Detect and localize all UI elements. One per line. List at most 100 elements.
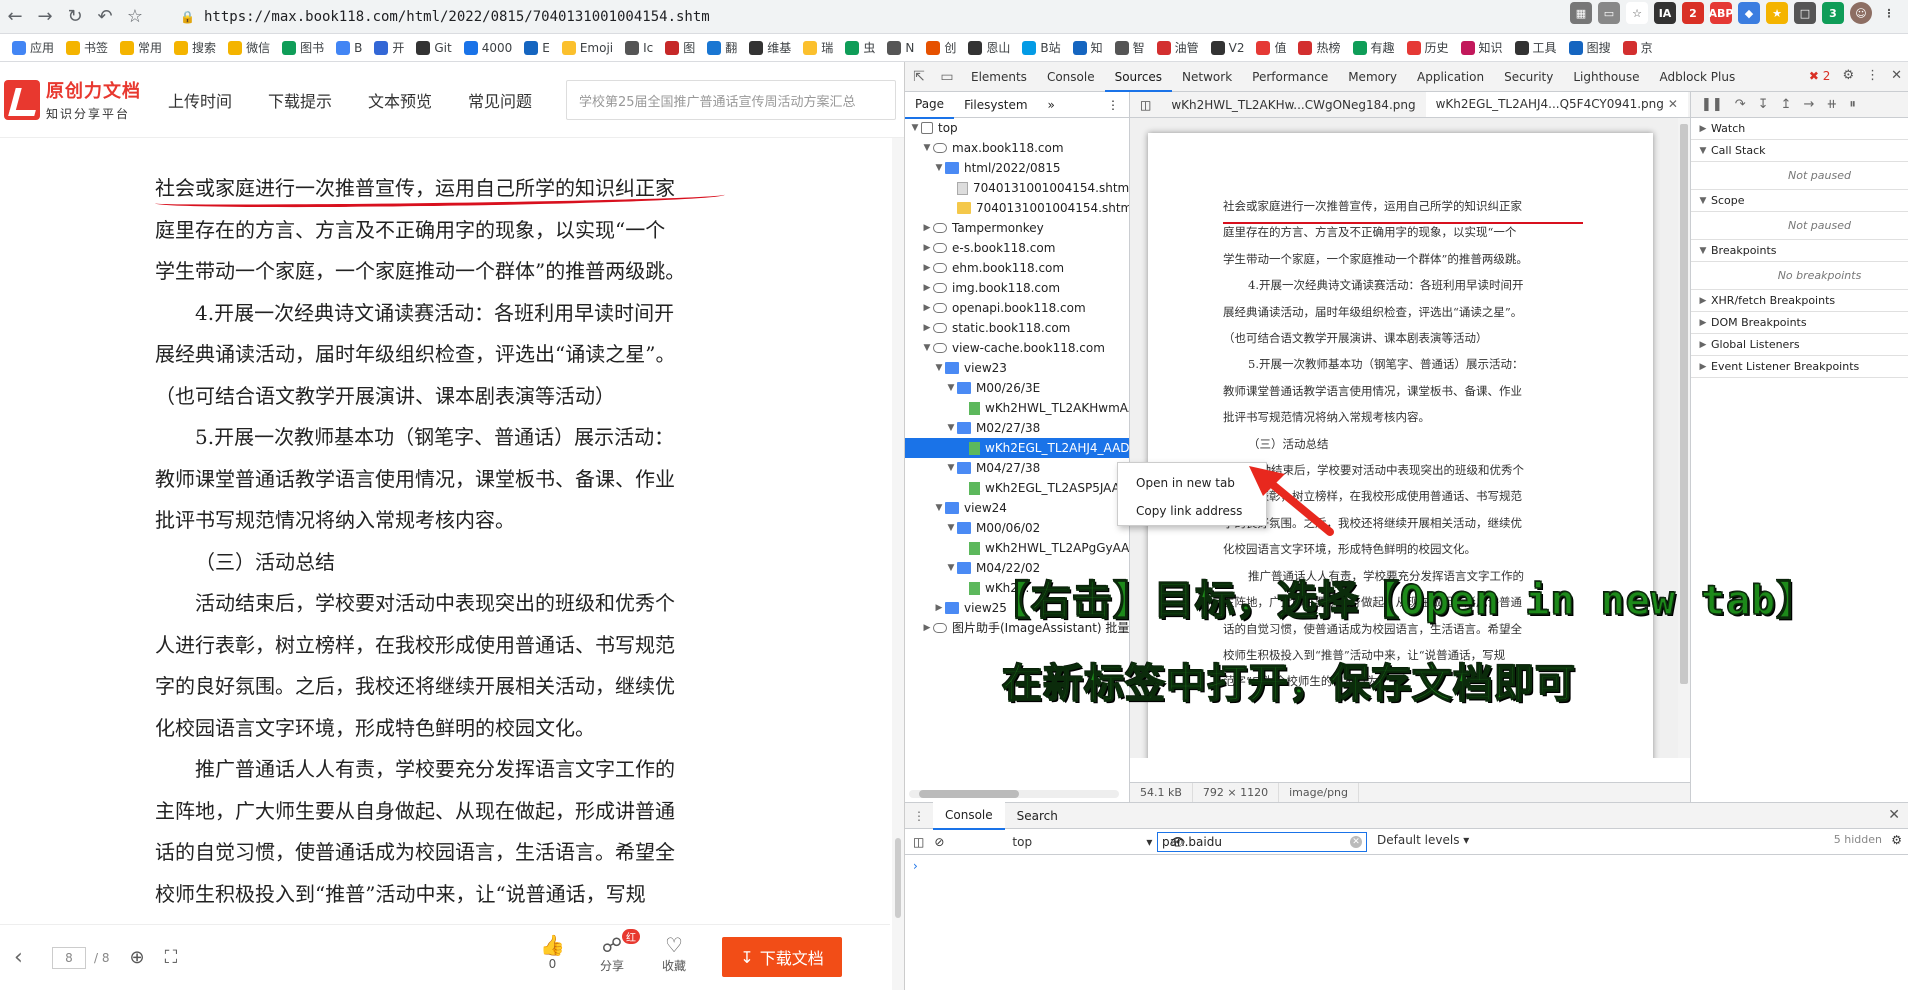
nav-download-tips[interactable]: 下载提示: [268, 88, 332, 112]
settings-gear-icon[interactable]: ⚙: [1842, 68, 1854, 83]
tree-folder-item[interactable]: ▶ img.book118.com: [905, 278, 1129, 298]
bookmark-item[interactable]: 创: [922, 39, 960, 56]
navigator-menu-icon[interactable]: ⋮: [1097, 92, 1129, 118]
bookmark-item[interactable]: Emoji: [558, 40, 617, 55]
undo-icon[interactable]: ↶: [90, 2, 120, 32]
editor-tab-1[interactable]: wKh2HWL_TL2AKHw...CWgONeg184.png: [1161, 92, 1425, 117]
step-icon[interactable]: →: [1804, 97, 1815, 112]
tree-folder-item[interactable]: ▶ e-s.book118.com: [905, 238, 1129, 258]
bookmark-item[interactable]: 4000: [460, 40, 517, 55]
expanded-arrow-icon[interactable]: ▼: [921, 338, 933, 358]
devtools-tab-sources[interactable]: Sources: [1104, 62, 1173, 92]
collapsed-arrow-icon[interactable]: ▶: [921, 318, 933, 338]
bookmark-item[interactable]: V2: [1207, 40, 1249, 55]
avatar[interactable]: ☺: [1850, 2, 1872, 24]
bookmark-item[interactable]: N: [883, 40, 918, 55]
debug-section-xhr-fetch-breakpoints[interactable]: ▶ XHR/fetch Breakpoints: [1691, 290, 1908, 312]
tree-file-item[interactable]: wKh2EGL_TL2AHJ4_AADTC: [905, 438, 1129, 458]
debug-section-scope[interactable]: ▼ Scope: [1691, 190, 1908, 212]
download-icon[interactable]: 3: [1822, 2, 1844, 24]
bookmark-item[interactable]: 微信: [224, 39, 274, 56]
tree-folder-item[interactable]: ▼ view23: [905, 358, 1129, 378]
zoom-in-icon[interactable]: ⊕: [130, 947, 145, 968]
page-number-input[interactable]: 8: [52, 946, 86, 969]
close-tab-icon[interactable]: ✕: [1668, 97, 1678, 111]
editor-tab-2[interactable]: wKh2EGL_TL2AHJ4...Q5F4CY0941.png ✕: [1425, 92, 1688, 117]
bookmark-item[interactable]: 瑞: [799, 39, 837, 56]
bookmark-item[interactable]: Ic: [621, 40, 657, 55]
prev-page-button[interactable]: ‹: [14, 945, 38, 970]
tree-folder-item[interactable]: ▼ view24: [905, 498, 1129, 518]
tree-folder-item[interactable]: ▶ static.book118.com: [905, 318, 1129, 338]
expanded-arrow-icon[interactable]: ▼: [933, 498, 945, 518]
bookmark-item[interactable]: 有趣: [1349, 39, 1399, 56]
expanded-arrow-icon[interactable]: ▼: [933, 358, 945, 378]
console-settings-icon[interactable]: ⚙: [1891, 833, 1902, 847]
bookmark-item[interactable]: 油管: [1153, 39, 1203, 56]
menu-item-copy-link[interactable]: Copy link address: [1118, 497, 1266, 525]
clear-filter-icon[interactable]: ✕: [1350, 836, 1362, 848]
cast-icon[interactable]: ▭: [1598, 2, 1620, 24]
bookmark-item[interactable]: 历史: [1403, 39, 1453, 56]
bookmark-item[interactable]: 维基: [745, 39, 795, 56]
error-count-badge[interactable]: ✖ 2: [1809, 69, 1831, 83]
bookmark-item[interactable]: 翻: [703, 39, 741, 56]
forward-button[interactable]: →: [30, 2, 60, 32]
expanded-arrow-icon[interactable]: ▼: [945, 458, 957, 478]
device-toggle-icon[interactable]: ▭: [933, 69, 961, 85]
devtools-tab-elements[interactable]: Elements: [961, 62, 1037, 92]
bookmark-item[interactable]: 知: [1069, 39, 1107, 56]
expanded-arrow-icon[interactable]: ▼: [933, 158, 945, 178]
bookmark-item[interactable]: Git: [412, 40, 455, 55]
tab-console[interactable]: Console: [933, 801, 1005, 830]
pause-exceptions-icon[interactable]: ⏸: [1849, 97, 1856, 112]
more-menu-icon[interactable]: ⋮: [1866, 68, 1879, 83]
address-bar[interactable]: 🔒 https://max.book118.com/html/2022/0815…: [170, 4, 1480, 30]
navigator-hscroll[interactable]: [909, 790, 1119, 798]
devtools-tab-performance[interactable]: Performance: [1242, 62, 1338, 92]
console-prompt[interactable]: ›: [905, 855, 1908, 877]
console-filter-input[interactable]: pan.baidu ✕: [1157, 832, 1367, 852]
devtools-tab-security[interactable]: Security: [1494, 62, 1563, 92]
close-drawer-icon[interactable]: ✕: [1888, 807, 1900, 823]
bookmark-item[interactable]: 热榜: [1294, 39, 1344, 56]
devtools-tab-memory[interactable]: Memory: [1338, 62, 1407, 92]
menu-item-open-new-tab[interactable]: Open in new tab: [1118, 469, 1266, 497]
step-over-icon[interactable]: ↷: [1735, 97, 1746, 112]
bookmark-item[interactable]: B站: [1018, 39, 1064, 56]
toggle-navigator-icon[interactable]: ◫: [1130, 92, 1161, 117]
debug-section-call-stack[interactable]: ▼ Call Stack: [1691, 140, 1908, 162]
bookmark-star-icon[interactable]: ☆: [1626, 2, 1648, 24]
ext-badge-icon[interactable]: 2: [1682, 2, 1704, 24]
bookmark-item[interactable]: 虫: [841, 39, 879, 56]
tab-icon[interactable]: □: [1794, 2, 1816, 24]
bookmark-item[interactable]: 开: [370, 39, 408, 56]
collapsed-arrow-icon[interactable]: ▶: [921, 298, 933, 318]
devtools-tab-console[interactable]: Console: [1037, 62, 1105, 92]
tab-search[interactable]: Search: [1005, 803, 1070, 829]
tree-file-item[interactable]: wKh2HWL_TL2APgGyAACS: [905, 538, 1129, 558]
drawer-menu-icon[interactable]: ⋮: [905, 809, 933, 823]
puzzle-icon[interactable]: ★: [1766, 2, 1788, 24]
nav-text-preview[interactable]: 文本预览: [368, 88, 432, 112]
qr-icon[interactable]: ▦: [1570, 2, 1592, 24]
site-logo[interactable]: 原创力文档 知识分享平台: [0, 77, 160, 122]
debug-section-global-listeners[interactable]: ▶ Global Listeners: [1691, 334, 1908, 356]
bookmark-item[interactable]: 图搜: [1565, 39, 1615, 56]
tree-file-item[interactable]: wKh2EGL_TL2ASP5JAA: [905, 478, 1129, 498]
tree-folder-item[interactable]: ▼ html/2022/0815: [905, 158, 1129, 178]
step-out-icon[interactable]: ↥: [1781, 97, 1792, 112]
pause-icon[interactable]: ❚❚: [1701, 97, 1723, 112]
like-button[interactable]: 👍 0: [540, 933, 565, 971]
expanded-arrow-icon[interactable]: ▼: [945, 418, 957, 438]
site-search-input[interactable]: 学校第25届全国推广普通话宣传周活动方案汇总: [566, 80, 896, 120]
bookmark-item[interactable]: 知识: [1457, 39, 1507, 56]
collapsed-arrow-icon[interactable]: ▶: [921, 618, 933, 638]
tree-folder-item[interactable]: ▶ ehm.book118.com: [905, 258, 1129, 278]
devtools-tab-application[interactable]: Application: [1407, 62, 1494, 92]
devtools-tab-network[interactable]: Network: [1172, 62, 1242, 92]
devtools-tab-adblock-plus[interactable]: Adblock Plus: [1650, 62, 1746, 92]
bookmark-item[interactable]: 工具: [1511, 39, 1561, 56]
tree-folder-item[interactable]: ▼ M02/27/38: [905, 418, 1129, 438]
ia-extension-icon[interactable]: IA: [1654, 2, 1676, 24]
